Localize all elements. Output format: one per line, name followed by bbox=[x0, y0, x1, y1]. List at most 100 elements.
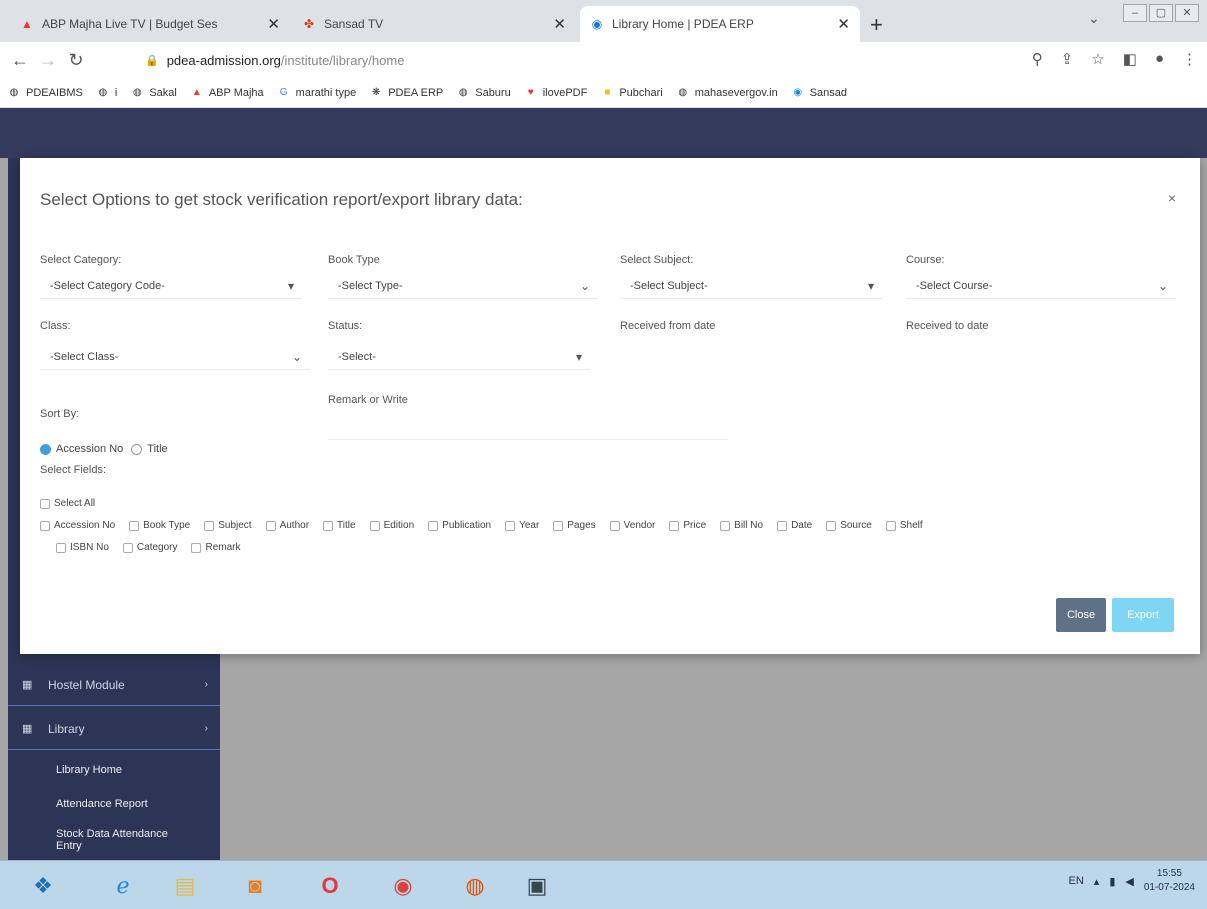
browser-tab-abp[interactable]: ▲ ABP Majha Live TV | Budget Ses ✕ bbox=[10, 6, 290, 42]
checkbox-box bbox=[369, 520, 380, 531]
new-tab-button[interactable]: + bbox=[870, 12, 883, 38]
bookmark-item[interactable]: Gmarathi type bbox=[278, 87, 356, 99]
sidepanel-icon[interactable]: ◧ bbox=[1123, 50, 1137, 68]
checkbox-field[interactable]: Remark bbox=[191, 542, 241, 553]
bookmark-item[interactable]: ◍ mahasevergov.in bbox=[677, 87, 777, 99]
category-label: Select Category: bbox=[40, 254, 122, 266]
browser-tab-bar: ▲ ABP Majha Live TV | Budget Ses ✕ ✤ San… bbox=[0, 0, 1207, 42]
checkbox-field[interactable]: Pages bbox=[553, 520, 596, 531]
forward-icon[interactable]: → bbox=[34, 50, 62, 71]
status-select[interactable]: -Select- ▾ bbox=[328, 344, 590, 370]
sidebar-subitem-attendance-report[interactable]: Attendance Report bbox=[56, 798, 148, 810]
close-window-icon[interactable]: ✕ bbox=[1175, 4, 1199, 22]
close-icon[interactable]: × bbox=[1168, 190, 1176, 206]
tab-search-icon[interactable]: ⌄ bbox=[1088, 10, 1100, 27]
file-explorer-icon[interactable]: ▤ bbox=[160, 867, 210, 905]
share-icon[interactable]: ⇪ bbox=[1061, 50, 1074, 68]
checkbox-field[interactable]: Publication bbox=[428, 520, 491, 531]
export-button[interactable]: Export bbox=[1112, 598, 1174, 632]
class-label: Class: bbox=[40, 320, 71, 332]
opera-icon[interactable]: O bbox=[305, 867, 355, 905]
checkbox-box bbox=[428, 520, 439, 531]
received-from-date-input[interactable] bbox=[620, 344, 882, 370]
radio-title[interactable] bbox=[131, 443, 143, 455]
checkbox-field[interactable]: Category bbox=[122, 542, 177, 553]
chrome-icon[interactable]: ◉ bbox=[378, 867, 428, 905]
modal-title: Select Options to get stock verification… bbox=[40, 190, 523, 209]
bookmark-item[interactable]: ◍ Sakal bbox=[131, 87, 177, 99]
checkbox-field[interactable]: Bill No bbox=[720, 520, 763, 531]
app-icon[interactable]: ▣ bbox=[512, 867, 562, 905]
checkbox-field[interactable]: ISBN No bbox=[56, 542, 109, 553]
close-tab-icon[interactable]: ✕ bbox=[267, 15, 280, 33]
checkbox-field[interactable]: Edition bbox=[369, 520, 414, 531]
checkbox-field[interactable]: Subject bbox=[204, 520, 252, 531]
checkbox-field[interactable]: Source bbox=[826, 520, 872, 531]
media-player-icon[interactable]: ◙ bbox=[230, 867, 280, 905]
chevron-right-icon: › bbox=[204, 679, 208, 690]
book-type-select[interactable]: -Select Type- ⌄ bbox=[328, 273, 598, 299]
bookmark-item[interactable]: ◍ PDEAIBMS bbox=[8, 87, 83, 99]
bookmark-item[interactable]: ▲ ABP Majha bbox=[191, 87, 264, 99]
close-tab-icon[interactable]: ✕ bbox=[553, 15, 566, 33]
remark-input[interactable] bbox=[328, 414, 728, 440]
bookmark-item[interactable]: ❋ PDEA ERP bbox=[370, 87, 443, 99]
received-to-label: Received to date bbox=[906, 320, 989, 332]
browser-tab-library[interactable]: ◉ Library Home | PDEA ERP ✕ bbox=[580, 6, 860, 42]
maximize-icon[interactable]: ▢ bbox=[1149, 4, 1173, 22]
reload-icon[interactable]: ↻ bbox=[62, 50, 90, 71]
checkbox-field[interactable]: Date bbox=[777, 520, 812, 531]
checkbox-field[interactable]: Year bbox=[505, 520, 539, 531]
language-indicator[interactable]: EN bbox=[1069, 875, 1084, 887]
profile-icon[interactable]: ● bbox=[1155, 50, 1164, 68]
back-icon[interactable]: ← bbox=[6, 50, 34, 71]
checkbox-field[interactable]: Price bbox=[669, 520, 706, 531]
bookmark-item[interactable]: ◍ Saburu bbox=[457, 87, 511, 99]
sidebar-item-library[interactable]: ▦ Library › bbox=[8, 708, 220, 750]
chevron-down-icon: ▾ bbox=[867, 278, 874, 293]
sidebar-subitem-library-home[interactable]: Library Home bbox=[56, 764, 122, 776]
checkbox-box bbox=[56, 542, 66, 553]
class-select[interactable]: -Select Class- ⌄ bbox=[40, 344, 310, 370]
bookmark-item[interactable]: ♥ ilovePDF bbox=[525, 87, 588, 99]
browser-tab-sansad[interactable]: ✤ Sansad TV ✕ bbox=[292, 6, 576, 42]
checkbox-box bbox=[609, 520, 620, 531]
minimize-icon[interactable]: – bbox=[1123, 4, 1147, 22]
bookmark-item[interactable]: ◍ i bbox=[97, 87, 117, 99]
course-select[interactable]: -Select Course- ⌄ bbox=[906, 273, 1176, 299]
checkbox-field[interactable]: Shelf bbox=[885, 520, 923, 531]
checkbox-box bbox=[720, 520, 731, 531]
chevron-up-icon[interactable]: ▴ bbox=[1094, 875, 1100, 888]
menu-icon[interactable]: ⋮ bbox=[1182, 50, 1197, 68]
subject-select[interactable]: -Select Subject- ▾ bbox=[620, 273, 882, 299]
network-icon[interactable]: ▮ bbox=[1109, 875, 1115, 888]
received-to-date-input[interactable] bbox=[906, 344, 1176, 370]
checkbox-field[interactable]: Author bbox=[265, 520, 309, 531]
checkbox-field[interactable]: Accession No bbox=[40, 520, 115, 531]
sidebar-subitem-stock-data[interactable]: Stock Data Attendance Entry bbox=[56, 828, 196, 852]
clock[interactable]: 15:55 01-07-2024 bbox=[1144, 867, 1195, 895]
zoom-icon[interactable]: ⚲ bbox=[1032, 50, 1043, 68]
system-tray: EN ▴ ▮ ◀ 15:55 01-07-2024 bbox=[1069, 867, 1196, 895]
close-tab-icon[interactable]: ✕ bbox=[837, 15, 850, 33]
url-input[interactable]: 🔒 pdea-admission.org /institute/library/… bbox=[145, 46, 965, 74]
start-icon[interactable]: ❖ bbox=[18, 867, 68, 905]
chevron-down-icon: ⌄ bbox=[291, 349, 302, 364]
category-select[interactable]: -Select Category Code- ▾ bbox=[40, 273, 302, 299]
firefox-icon[interactable]: ◍ bbox=[450, 867, 500, 905]
volume-icon[interactable]: ◀ bbox=[1125, 875, 1133, 888]
globe-icon: ◍ bbox=[132, 86, 142, 98]
checkbox-field[interactable]: Vendor bbox=[609, 520, 655, 531]
close-button[interactable]: Close bbox=[1056, 598, 1106, 632]
radio-accession-no[interactable] bbox=[40, 443, 51, 455]
checkbox-field[interactable]: Book Type bbox=[129, 520, 190, 531]
bookmark-item[interactable]: ◉ Sansad bbox=[792, 87, 847, 99]
sidebar-item-hostel[interactable]: ▦ Hostel Module › bbox=[8, 664, 220, 706]
internet-explorer-icon[interactable]: ℯ bbox=[98, 867, 148, 905]
checkbox-select-all[interactable]: Select All bbox=[40, 498, 95, 509]
checkbox-field[interactable]: Title bbox=[323, 520, 356, 531]
stock-report-modal: Select Options to get stock verification… bbox=[20, 158, 1200, 654]
star-icon[interactable]: ☆ bbox=[1091, 50, 1104, 68]
bookmark-item[interactable]: ■ Pubchari bbox=[601, 87, 662, 99]
checkbox-box bbox=[191, 542, 202, 553]
